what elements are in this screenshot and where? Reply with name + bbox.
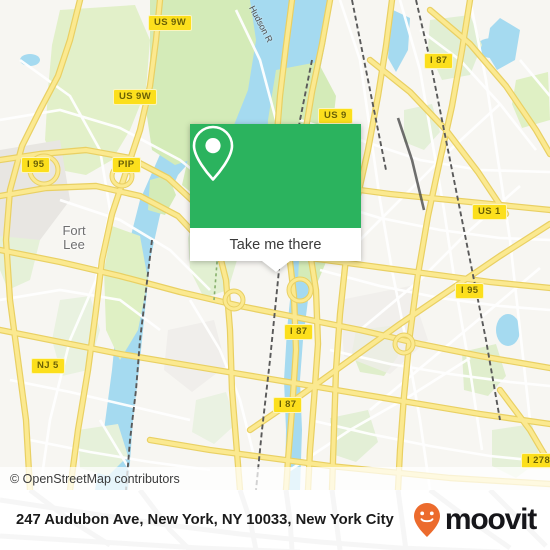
road-shield: I 95: [21, 157, 51, 173]
road-shield: I 87: [284, 324, 314, 340]
destination-marker-card[interactable]: Take me there: [190, 124, 361, 272]
marker-card-graphic: [190, 124, 361, 228]
moovit-brand[interactable]: moovit: [412, 502, 537, 538]
take-me-there-button[interactable]: Take me there: [190, 228, 361, 261]
road-shield: US 9W: [113, 89, 158, 105]
road-shield: US 9: [318, 108, 353, 124]
marker-card-pointer: [261, 261, 290, 272]
take-me-there-label: Take me there: [229, 236, 322, 253]
footer-bar: 247 Audubon Ave, New York, NY 10033, New…: [0, 490, 550, 550]
address-text: 247 Audubon Ave, New York, NY 10033, New…: [16, 511, 394, 528]
road-shield: US 9W: [148, 15, 193, 31]
road-shield: PIP: [112, 157, 141, 173]
road-shield: NJ 5: [31, 358, 65, 374]
moovit-wordmark: moovit: [444, 503, 537, 536]
place-label-fort-lee: Fort Lee: [62, 223, 86, 252]
road-shield: US 1: [472, 204, 507, 220]
road-shield: I 87: [424, 53, 454, 69]
map-attribution-bar: © OpenStreetMap contributors: [0, 467, 550, 490]
osm-attribution-text[interactable]: © OpenStreetMap contributors: [0, 472, 180, 486]
map-screenshot-root: US 9W US 9W I 87 US 9 I 95 PIP US 1 I 95…: [0, 0, 550, 550]
road-shield: I 87: [273, 397, 303, 413]
moovit-pin-smiley-icon: [413, 503, 440, 537]
map-pin-icon: [192, 125, 234, 181]
road-shield: I 95: [455, 283, 485, 299]
map-canvas[interactable]: US 9W US 9W I 87 US 9 I 95 PIP US 1 I 95…: [0, 0, 550, 490]
